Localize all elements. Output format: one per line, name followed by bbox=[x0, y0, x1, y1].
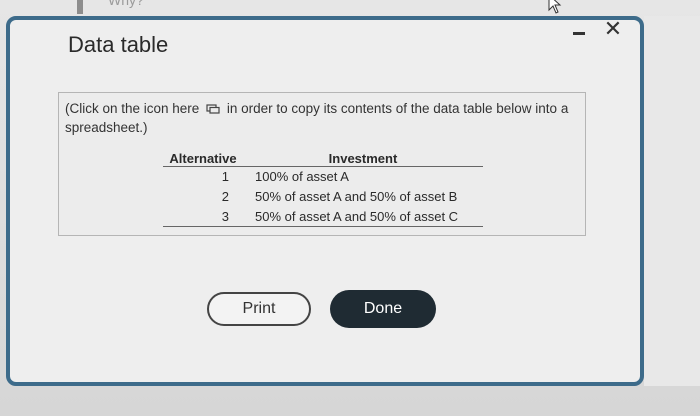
copy-icon[interactable] bbox=[206, 104, 220, 115]
investment-cell: 50% of asset A and 50% of asset B bbox=[255, 189, 458, 204]
table-row: 1 100% of asset A bbox=[163, 167, 483, 187]
info-text-before: (Click on the icon here bbox=[65, 101, 200, 116]
dialog-title: Data table bbox=[68, 32, 169, 57]
done-button[interactable]: Done bbox=[330, 290, 436, 328]
table-row: 2 50% of asset A and 50% of asset B bbox=[163, 187, 483, 207]
header-investment: Investment bbox=[243, 149, 483, 167]
data-table: Alternative Investment 1 100% of asset A… bbox=[163, 149, 483, 227]
background-text: Why? bbox=[108, 0, 144, 8]
background-bar bbox=[77, 0, 83, 14]
info-box: (Click on the icon here in order to copy… bbox=[58, 92, 586, 236]
cursor-icon bbox=[548, 0, 562, 14]
print-button[interactable]: Print bbox=[207, 292, 311, 326]
investment-cell: 50% of asset A and 50% of asset C bbox=[243, 206, 483, 227]
close-icon[interactable]: ✕ bbox=[602, 18, 624, 40]
info-text: (Click on the icon here in order to copy… bbox=[65, 99, 581, 137]
minimize-icon[interactable] bbox=[572, 28, 586, 38]
header-alternative: Alternative bbox=[163, 149, 243, 167]
alternative-cell: 2 bbox=[221, 189, 229, 204]
investment-cell: 100% of asset A bbox=[255, 169, 349, 185]
table-row: 3 50% of asset A and 50% of asset C bbox=[163, 206, 483, 227]
alternative-cell: 1 bbox=[221, 169, 229, 185]
background-right-edge bbox=[644, 16, 700, 386]
alternative-cell: 3 bbox=[163, 206, 243, 227]
